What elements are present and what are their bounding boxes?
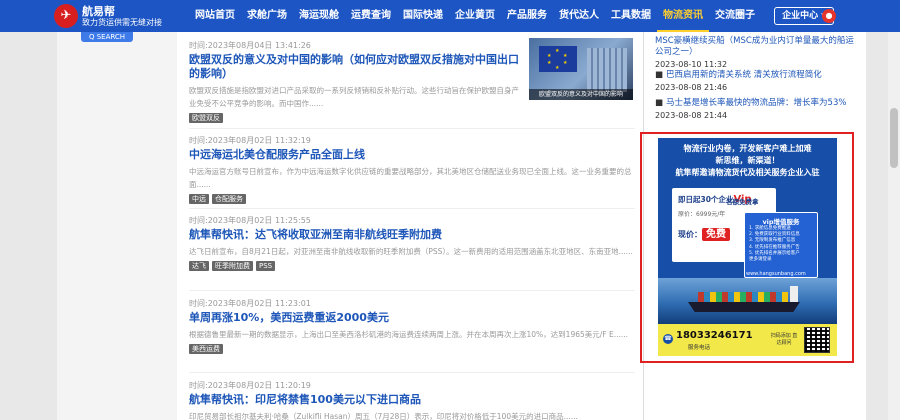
ad-contact-text: 扫码添加 直达顾问 [770,333,798,346]
article-summary: 达飞日前宣布，自8月21日起，对亚洲至南非航线收取新的旺季附加费（PSS）。这一… [189,247,633,256]
main-nav: 网站首页 求舱广场 海运现舱 运费查询 国际快递 企业黄页 产品服务 货代达人 工具数据 物流资讯… [189,0,761,32]
divider [189,208,635,209]
article-tag[interactable]: 欧盟双反 [189,113,223,123]
article-title[interactable]: 欧盟双反的意义及对中国的影响（如何应对欧盟双反措施对中国出口的影响） [189,53,525,81]
article-time: 时间:2023年08月04日 13:41:26 [189,41,311,50]
news-item: ■ 巴西启用新的清关系统 清关放行流程简化 2023-08-08 21:46 [655,70,855,93]
article-title[interactable]: 航隼帮快讯：达飞将收取亚洲至南非航线旺季附加费 [189,228,635,242]
divider [189,290,635,291]
article-tags: 美西运费 [189,344,635,354]
logo-icon: ✈ [54,4,78,28]
article-tags: 中远 仓配服务 [189,194,635,204]
scrollbar-thumb[interactable] [890,108,898,168]
news-date: 2023-08-08 21:44 [655,111,728,120]
article-tag[interactable]: 中远 [189,194,209,204]
building-image [587,48,627,92]
enterprise-center-label: 企业中心 [782,11,819,21]
article-time: 时间:2023年08月02日 11:20:19 [189,381,311,390]
nav-item-2[interactable]: 海运现舱 [293,0,345,32]
nav-item-9[interactable]: 物流资讯 [657,0,709,32]
article-summary: 根据德鲁里最新一期的数据显示，上海出口至美西洛杉矶港的海运费连续两周上涨。并在本… [189,330,629,339]
article-item: 时间:2023年08月04日 13:41:26 欧盟双反的意义及对中国的影响（如… [189,40,525,123]
page-scrollbar[interactable] [888,32,900,420]
news-title-link[interactable]: ■ 巴西启用新的清关系统 清关放行流程简化 [655,70,855,81]
ad-offer-text-2: 名额免费拿 [726,198,759,206]
news-title: 巴西启用新的清关系统 清关放行流程简化 [666,70,822,80]
nav-item-1[interactable]: 求舱广场 [241,0,293,32]
article-tags: 达飞 旺季附加费 PSS [189,261,635,271]
nav-item-5[interactable]: 企业黄页 [449,0,501,32]
news-item: MSC豪横继续买船（MSC成为业内订单量最大的船运公司之一） 2023-08-1… [655,36,855,70]
bullet-icon: ■ [655,70,664,80]
ad-line-3: 航隼帮邀请物流货代及相关服务企业入驻 [675,168,820,177]
article-time: 时间:2023年08月02日 11:32:19 [189,136,311,145]
ad-vip-services: vip增值服务 1. 求舱信息免费推送 2. 免费获取行业资料信息 3. 无限制… [744,212,818,278]
news-item: ■ 马士基是增长率最快的物流品牌：增长率为53% 2023-08-08 21:44 [655,98,855,121]
news-date: 2023-08-10 11:32 [655,60,728,69]
ad-vip-heading: vip增值服务 [762,218,800,226]
qr-code-icon [804,327,830,353]
advertisement-banner[interactable]: 物流行业内卷，开发新客户难上加难 新思维，新渠道！ 航隼帮邀请物流货代及相关服务… [658,138,837,356]
news-title-link[interactable]: ■ 马士基是增长率最快的物流品牌：增长率为53% [655,98,855,109]
bullet-icon: ■ [655,98,664,108]
ship-bridge [790,286,798,302]
ad-vip-item: 更多请登录 [749,257,772,263]
article-tag[interactable]: 仓配服务 [212,194,246,204]
phone-icon: ☎ [663,334,673,344]
news-title[interactable]: MSC豪横继续买船（MSC成为业内订单量最大的船运公司之一） [655,36,855,58]
ad-line-1: 物流行业内卷，开发新客户难上加难 [683,144,812,153]
article-item: 时间:2023年08月02日 11:32:19 中远海运北美仓配服务产品全面上线… [189,135,635,204]
nav-item-10[interactable]: 交流圈子 [709,0,761,32]
left-panel: Q SEARCH [57,32,177,420]
article-list: 时间:2023年08月04日 13:41:26 欧盟双反的意义及对中国的影响（如… [177,32,643,420]
nav-item-8[interactable]: 工具数据 [605,0,657,32]
article-tag[interactable]: 达飞 [189,261,209,271]
top-navbar: ✈ 航易帮 致力货运供需无缝对接 网站首页 求舱广场 海运现舱 运费查询 国际快递 企业黄… [0,0,900,32]
ad-now-label: 现价： [678,230,702,239]
article-item: 时间:2023年08月02日 11:25:55 航隼帮快讯：达飞将收取亚洲至南非… [189,215,635,271]
article-tag[interactable]: 旺季附加费 [212,261,253,271]
article-time: 时间:2023年08月02日 11:23:01 [189,299,311,308]
ad-line-2: 新思维，新渠道！ [715,156,780,165]
news-date: 2023-08-08 21:46 [655,83,728,92]
site-logo[interactable]: ✈ 航易帮 致力货运供需无缝对接 [54,3,174,29]
article-thumbnail[interactable]: ★ ★ ★ ★ ★ ★ 欧盟双反的意义及对中国的影响 [529,38,633,100]
nav-item-3[interactable]: 运费查询 [345,0,397,32]
container-stack [698,292,788,302]
article-tag[interactable]: 美西运费 [189,344,223,354]
cargo-ship-image [658,278,837,324]
news-title: 马士基是增长率最快的物流品牌：增长率为53% [666,98,847,108]
divider [189,372,635,373]
article-summary: 印尼贸易部长祖尔基夫利·哈桑（Zulkifli Hasan）周五（7月28日）表… [189,412,578,420]
search-button[interactable]: Q SEARCH [81,32,133,42]
article-title[interactable]: 航隼帮快讯：印尼将禁售100美元以下进口商品 [189,393,635,407]
ad-phone-label: 服务电话 [688,345,711,351]
article-title[interactable]: 单周再涨10%，美西运费重返2000美元 [189,311,635,325]
article-time: 时间:2023年08月02日 11:25:55 [189,216,311,225]
ad-free-badge: 免费 [702,228,730,241]
ad-current-price: 现价： 免费 [678,225,730,241]
nav-item-0[interactable]: 网站首页 [189,0,241,32]
divider [189,128,635,129]
nav-item-7[interactable]: 货代达人 [553,0,605,32]
nav-item-6[interactable]: 产品服务 [501,0,553,32]
ship-hull [688,302,800,312]
ad-contact-bar: ☎ 18033246171 服务电话 扫码添加 直达顾问 [658,324,837,356]
thumbnail-caption: 欧盟双反的意义及对中国的影响 [529,89,633,100]
logo-slogan: 致力货运供需无缝对接 [82,18,162,27]
article-summary: 欧盟双反措施是指欧盟对进口产品采取的一系列反倾销和反补贴行动。这些行动旨在保护欧… [189,86,519,108]
article-item: 时间:2023年08月02日 11:23:01 单周再涨10%，美西运费重返20… [189,298,635,354]
ad-highlight-frame: 物流行业内卷，开发新客户难上加难 新思维，新渠道！ 航隼帮邀请物流货代及相关服务… [640,132,854,363]
ad-phone-number: 18033246171 [676,330,753,341]
user-icon[interactable]: ● [822,9,836,23]
article-item: 时间:2023年08月02日 11:20:19 航隼帮快讯：印尼将禁售100美元… [189,380,635,420]
eu-flag-icon: ★ ★ ★ ★ ★ ★ [539,46,577,72]
ad-url: www.hangsunbang.com [746,271,806,277]
article-tag[interactable]: PSS [256,261,276,271]
ad-original-price: 原价：6999元/年 [678,211,726,218]
article-tags: 欧盟双反 [189,113,525,123]
nav-item-4[interactable]: 国际快递 [397,0,449,32]
article-summary: 中远海运官方账号日前宣布，作为中远海运数字化供应链的重要战略部分，其北美地区仓储… [189,167,632,189]
article-title[interactable]: 中远海运北美仓配服务产品全面上线 [189,148,635,162]
